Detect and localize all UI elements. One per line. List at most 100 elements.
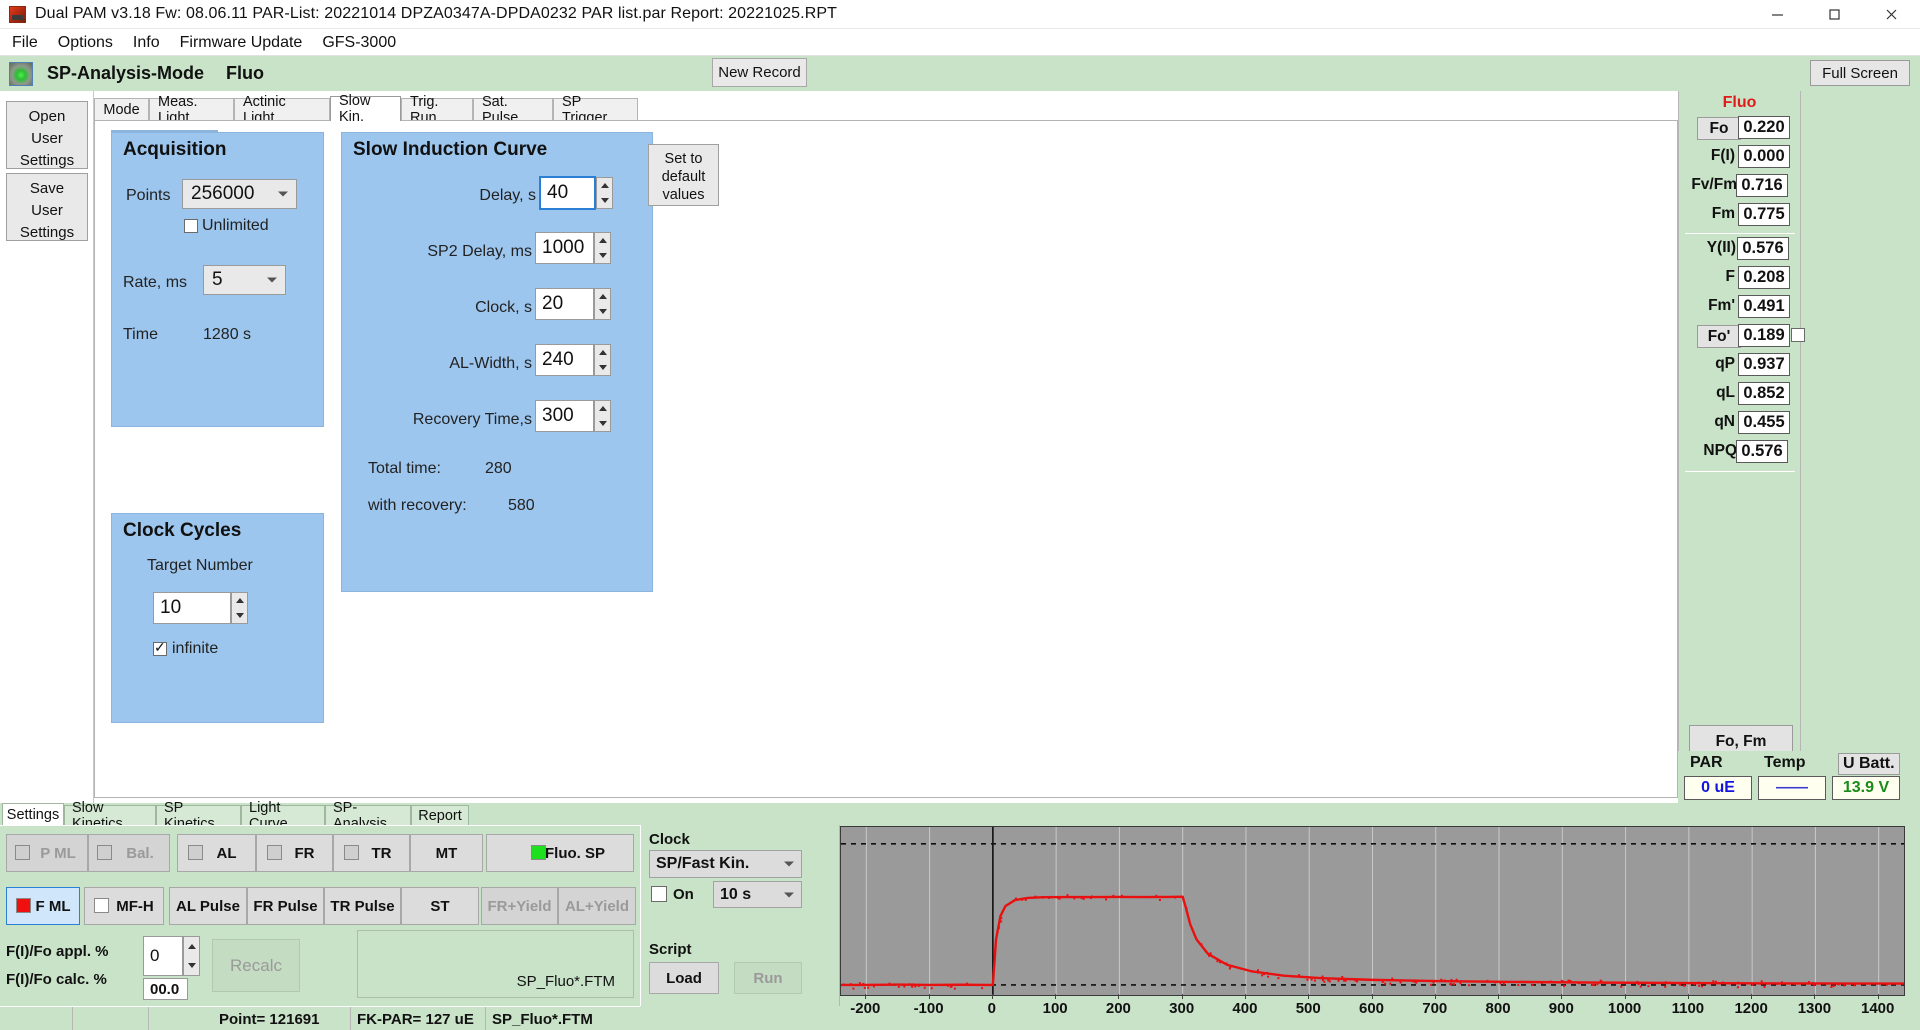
unlimited-checkbox[interactable] bbox=[184, 219, 198, 233]
script-load-button[interactable]: Load bbox=[649, 962, 719, 994]
open-user-settings-button[interactable]: Open User Settings bbox=[6, 101, 88, 169]
fo-button[interactable]: Fo bbox=[1697, 117, 1741, 140]
bottom-tab-light-curve[interactable]: Light Curve bbox=[241, 805, 325, 825]
recovery-time-spinner-down[interactable] bbox=[595, 416, 610, 431]
clock-interval-select[interactable]: 10 s bbox=[713, 881, 802, 908]
maximize-button[interactable] bbox=[1806, 0, 1863, 29]
save-user-settings-button[interactable]: Save User Settings bbox=[6, 173, 88, 241]
target-number-input[interactable]: 10 bbox=[153, 592, 231, 624]
sp2-delay-spinner-down[interactable] bbox=[595, 248, 610, 263]
open-user-settings-line1: Open bbox=[7, 106, 87, 128]
menu-item-firmware-update[interactable]: Firmware Update bbox=[170, 29, 313, 56]
menu-item-gfs-3000[interactable]: GFS-3000 bbox=[312, 29, 406, 56]
delay-value: 40 bbox=[547, 182, 568, 204]
target-number-spinner-down[interactable] bbox=[232, 608, 247, 623]
al-button[interactable]: AL bbox=[177, 834, 256, 872]
x-tick-label: 900 bbox=[1549, 1000, 1574, 1017]
fi-fo-appl-spinner-up[interactable] bbox=[184, 937, 199, 956]
fr-yield-button[interactable]: FR+Yield bbox=[481, 887, 558, 925]
bal-button[interactable]: Bal. bbox=[88, 834, 170, 872]
delay-spinner-down[interactable] bbox=[597, 193, 612, 208]
points-select[interactable]: 256000 bbox=[182, 179, 297, 209]
tab-actinic-light[interactable]: Actinic Light bbox=[234, 98, 330, 121]
mf-h-button[interactable]: MF-H bbox=[84, 887, 164, 925]
tr-button[interactable]: TR bbox=[333, 834, 410, 872]
u-batt-label[interactable]: U Batt. bbox=[1838, 753, 1900, 775]
al-width-spinner-down[interactable] bbox=[595, 360, 610, 375]
tab-sat-pulse[interactable]: Sat. Pulse bbox=[473, 98, 553, 121]
bottom-tab-sp-kinetics[interactable]: SP Kinetics bbox=[156, 805, 241, 825]
delay-spinner[interactable] bbox=[596, 177, 613, 209]
delay-input[interactable]: 40 bbox=[539, 176, 596, 210]
clock-spinner-down[interactable] bbox=[595, 304, 610, 319]
p-ml-button[interactable]: P ML bbox=[6, 834, 88, 872]
f-label: F bbox=[1726, 268, 1735, 286]
fi-fo-appl-spinner-down[interactable] bbox=[184, 956, 199, 975]
tr-pulse-button[interactable]: TR Pulse bbox=[324, 887, 401, 925]
menu-item-options[interactable]: Options bbox=[48, 29, 123, 56]
bottom-tab-sp-analysis[interactable]: SP-Analysis bbox=[325, 805, 411, 825]
fluo-sp-button[interactable]: Fluo. SP bbox=[486, 834, 634, 872]
clock-spinner[interactable] bbox=[594, 288, 611, 320]
al-pulse-button[interactable]: AL Pulse bbox=[169, 887, 247, 925]
tab-slow-kin[interactable]: Slow Kin. bbox=[330, 96, 401, 121]
x-tick-label: 200 bbox=[1106, 1000, 1131, 1017]
bottom-tab-settings[interactable]: Settings bbox=[2, 803, 64, 825]
bottom-tab-report[interactable]: Report bbox=[411, 805, 469, 825]
tab-mode[interactable]: Mode bbox=[94, 98, 149, 121]
minimize-button[interactable] bbox=[1749, 0, 1806, 29]
leaf-mode-icon bbox=[9, 62, 33, 86]
delay-spinner-up[interactable] bbox=[597, 178, 612, 193]
mt-button[interactable]: MT bbox=[410, 834, 483, 872]
clock-on-checkbox[interactable] bbox=[651, 886, 667, 902]
sp2-delay-spinner[interactable] bbox=[594, 232, 611, 264]
recovery-time-spinner[interactable] bbox=[594, 400, 611, 432]
new-record-button[interactable]: New Record bbox=[712, 58, 807, 87]
script-run-button[interactable]: Run bbox=[734, 962, 802, 994]
foprime-checkbox[interactable] bbox=[1791, 328, 1805, 342]
sp2-delay-spinner-up[interactable] bbox=[595, 233, 610, 248]
clock-label: Clock, s bbox=[475, 299, 532, 317]
recalc-button[interactable]: Recalc bbox=[212, 939, 300, 992]
clock-spinner-up[interactable] bbox=[595, 289, 610, 304]
x-tick-label: 1300 bbox=[1798, 1000, 1831, 1017]
full-screen-button[interactable]: Full Screen bbox=[1810, 60, 1910, 86]
al-width-spinner-up[interactable] bbox=[595, 345, 610, 360]
time-label: Time bbox=[123, 326, 158, 344]
f-ml-button[interactable]: F ML bbox=[6, 887, 80, 925]
sp2-delay-input[interactable]: 1000 bbox=[535, 232, 594, 264]
infinite-checkbox[interactable] bbox=[153, 642, 167, 656]
plot-canvas[interactable] bbox=[840, 826, 1905, 996]
sp2-delay-value: 1000 bbox=[542, 237, 584, 259]
tab-meas-light[interactable]: Meas. Light bbox=[149, 98, 234, 121]
target-number-spinner[interactable] bbox=[231, 592, 248, 624]
clock-input[interactable]: 20 bbox=[535, 288, 594, 320]
x-tick-mark bbox=[1245, 994, 1246, 999]
bottom-tab-slow-kinetics[interactable]: Slow Kinetics bbox=[64, 805, 156, 825]
al-yield-button[interactable]: AL+Yield bbox=[558, 887, 636, 925]
fluo-row-ql: qL 0.852 bbox=[1679, 382, 1802, 411]
al-width-spinner[interactable] bbox=[594, 344, 611, 376]
fluo-sp-led-icon bbox=[531, 845, 546, 860]
foprime-button[interactable]: Fo' bbox=[1697, 325, 1741, 348]
set-to-default-values-button[interactable]: Set to default values bbox=[648, 144, 719, 206]
fr-button[interactable]: FR bbox=[256, 834, 333, 872]
fi-fo-appl-spinner[interactable] bbox=[183, 936, 200, 976]
time-value: 1280 s bbox=[203, 326, 251, 344]
recovery-time-spinner-up[interactable] bbox=[595, 401, 610, 416]
rate-select[interactable]: 5 bbox=[203, 265, 286, 295]
recovery-time-input[interactable]: 300 bbox=[535, 400, 594, 432]
close-button[interactable] bbox=[1863, 0, 1920, 29]
clock-script-panel: Clock SP/Fast Kin. On 10 s Script Load R… bbox=[640, 825, 840, 1006]
st-button[interactable]: ST bbox=[401, 887, 479, 925]
fr-pulse-button[interactable]: FR Pulse bbox=[247, 887, 324, 925]
acquisition-region: Acquisition Points 256000 Unlimited Rate… bbox=[111, 132, 324, 427]
target-number-spinner-up[interactable] bbox=[232, 593, 247, 608]
fi-fo-appl-input[interactable]: 0 bbox=[143, 936, 183, 976]
clock-mode-select[interactable]: SP/Fast Kin. bbox=[649, 850, 802, 878]
tab-trig-run[interactable]: Trig. Run bbox=[401, 98, 473, 121]
menu-item-info[interactable]: Info bbox=[123, 29, 170, 56]
menu-item-file[interactable]: File bbox=[2, 29, 48, 56]
al-width-input[interactable]: 240 bbox=[535, 344, 594, 376]
tab-sp-trigger[interactable]: SP Trigger bbox=[553, 98, 638, 121]
